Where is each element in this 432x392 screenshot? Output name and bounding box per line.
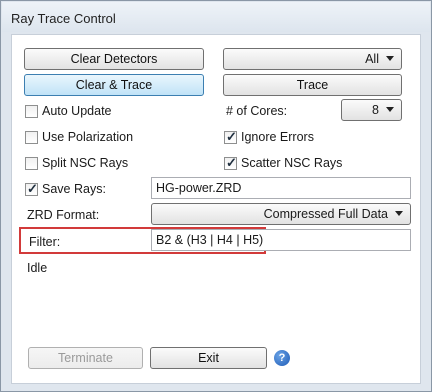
use-polarization-label: Use Polarization bbox=[42, 130, 134, 144]
content-panel: Clear Detectors All Clear & Trace Trace … bbox=[11, 34, 421, 384]
save-rays-checkbox[interactable]: ✓ bbox=[25, 181, 38, 196]
zrd-format-value: Compressed Full Data bbox=[263, 207, 388, 221]
ignore-errors-checkbox[interactable]: ✓ bbox=[224, 129, 237, 144]
title-bar: Ray Trace Control bbox=[2, 2, 430, 32]
auto-update-checkbox[interactable] bbox=[25, 105, 38, 118]
checkmark-icon: ✓ bbox=[27, 181, 38, 196]
auto-update-label: Auto Update bbox=[42, 104, 112, 118]
split-nsc-rays-label: Split NSC Rays bbox=[42, 156, 129, 170]
clear-trace-button[interactable]: Clear & Trace bbox=[24, 74, 204, 96]
cores-select-value: 8 bbox=[372, 103, 379, 117]
detector-select-value: All bbox=[365, 52, 379, 66]
zrd-format-select[interactable]: Compressed Full Data bbox=[151, 203, 411, 225]
trace-button[interactable]: Trace bbox=[223, 74, 402, 96]
save-rays-filename-input[interactable]: HG-power.ZRD bbox=[151, 177, 411, 199]
cores-label: # of Cores: bbox=[226, 104, 288, 118]
filter-label: Filter: bbox=[29, 235, 61, 249]
save-rays-label: Save Rays: bbox=[42, 182, 106, 196]
checkmark-icon: ✓ bbox=[226, 155, 237, 170]
window-title: Ray Trace Control bbox=[11, 11, 116, 26]
exit-button[interactable]: Exit bbox=[150, 347, 267, 369]
ray-trace-control-window: Ray Trace Control Clear Detectors All Cl… bbox=[0, 0, 432, 392]
cores-select[interactable]: 8 bbox=[341, 99, 402, 121]
status-text: Idle bbox=[27, 261, 48, 275]
terminate-button[interactable]: Terminate bbox=[28, 347, 143, 369]
scatter-nsc-rays-checkbox[interactable]: ✓ bbox=[224, 155, 237, 170]
split-nsc-rays-checkbox[interactable] bbox=[25, 157, 38, 170]
chevron-down-icon bbox=[395, 211, 403, 216]
help-icon[interactable]: ? bbox=[274, 350, 290, 366]
filter-input[interactable]: B2 & (H3 | H4 | H5) bbox=[151, 229, 411, 251]
scatter-nsc-rays-label: Scatter NSC Rays bbox=[241, 156, 343, 170]
zrd-format-label: ZRD Format: bbox=[27, 208, 100, 222]
checkmark-icon: ✓ bbox=[226, 129, 237, 144]
clear-detectors-button[interactable]: Clear Detectors bbox=[24, 48, 204, 70]
detector-select[interactable]: All bbox=[223, 48, 402, 70]
ignore-errors-label: Ignore Errors bbox=[241, 130, 314, 144]
use-polarization-checkbox[interactable] bbox=[25, 131, 38, 144]
chevron-down-icon bbox=[386, 56, 394, 61]
chevron-down-icon bbox=[386, 107, 394, 112]
